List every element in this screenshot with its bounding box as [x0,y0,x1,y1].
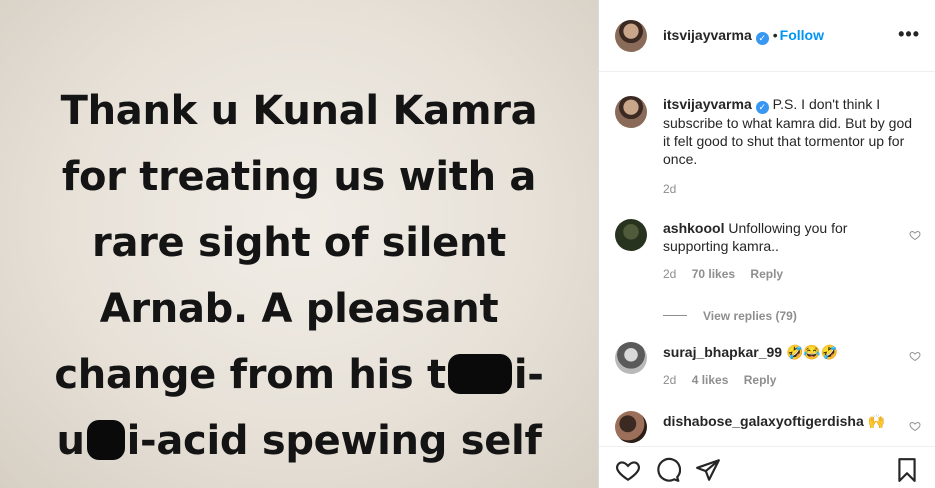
comment-username[interactable]: suraj_bhapkar_99 [663,344,782,360]
comment-body: dishabose_galaxyoftigerdisha 🙌 [663,412,913,430]
comment-like-heart-icon[interactable] [909,229,921,241]
post-text-line-5-start: change from his t [54,352,446,398]
verified-badge-icon: ✓ [755,32,769,45]
post-image: Thank u Kunal Kamra for treating us with… [0,0,598,488]
follow-button[interactable]: Follow [780,27,824,43]
comment-like-heart-icon[interactable] [909,350,921,362]
separator-dot: • [772,27,778,43]
comment-body: ashkoool Unfollowing you for supporting … [663,219,903,255]
reply-button[interactable]: Reply [744,373,777,387]
commenter-avatar[interactable] [615,219,647,251]
comment-icon[interactable] [655,457,681,483]
more-options-icon[interactable]: ••• [898,24,920,45]
header-info: itsvijayvarma ✓ • Follow [663,27,824,45]
comment-like-heart-icon[interactable] [909,420,921,432]
caption-author-avatar[interactable] [615,96,647,128]
comment-likes[interactable]: 4 likes [692,373,729,387]
heart-icon[interactable] [615,457,641,483]
post-text-line-6-start: u [56,418,85,464]
comment-3: dishabose_galaxyoftigerdisha 🙌 [663,412,913,446]
comment-meta: 2d 70 likes Reply [663,267,903,281]
comment-body: suraj_bhapkar_99 🤣😂🤣 [663,343,903,361]
post-side-panel: itsvijayvarma ✓ • Follow ••• itsvijayvarma ✓… [598,0,935,488]
comment-2: suraj_bhapkar_99 🤣😂🤣 2d 4 likes Reply [663,343,903,387]
caption: itsvijayvarma ✓ P.S. I don't think I subs… [663,95,918,196]
comment-likes[interactable]: 70 likes [692,267,735,281]
redaction-mark [86,420,125,460]
post-text-line-5: change from his t i- [0,342,598,408]
reply-button[interactable]: Reply [750,267,783,281]
redaction-mark [447,354,512,394]
post-text-line-2: for treating us with a [61,154,537,200]
comment-text: 🤣😂🤣 [785,344,839,360]
post-text-line-3: rare sight of silent [92,220,506,266]
commenter-avatar[interactable] [615,411,647,443]
comment-meta: 2d 4 likes Reply [663,373,903,387]
author-username[interactable]: itsvijayvarma [663,27,752,43]
post-text-line-6-end: i-acid spewing self [126,418,542,464]
commenter-avatar[interactable] [615,342,647,374]
author-avatar[interactable] [615,20,647,52]
caption-time[interactable]: 2d [663,182,918,196]
comment-username[interactable]: dishabose_galaxyoftigerdisha [663,413,864,429]
comment-time[interactable]: 2d [663,267,676,281]
verified-badge-icon: ✓ [755,101,769,114]
post-action-bar [599,446,935,488]
view-replies-button[interactable]: View replies (79) [703,309,797,323]
post-image-text: Thank u Kunal Kamra for treating us with… [0,78,598,474]
post-text-line-4: Arnab. A pleasant [99,286,499,332]
post-header: itsvijayvarma ✓ • Follow ••• [599,0,935,72]
comment-text: 🙌 [867,413,886,429]
comment-username[interactable]: ashkoool [663,220,724,236]
view-replies-row[interactable]: View replies (79) [663,307,903,325]
caption-username[interactable]: itsvijayvarma [663,96,752,112]
post-text-line-5-end: i- [513,352,544,398]
post-text-line-6: u i-acid spewing self [0,408,598,474]
comment-time[interactable]: 2d [663,373,676,387]
view-replies-line [663,315,687,317]
post-text-line-1: Thank u Kunal Kamra [60,88,538,134]
share-icon[interactable] [695,457,721,483]
comment-1: ashkoool Unfollowing you for supporting … [663,219,903,325]
bookmark-icon[interactable] [894,457,920,483]
caption-body: itsvijayvarma ✓ P.S. I don't think I subs… [663,95,918,168]
